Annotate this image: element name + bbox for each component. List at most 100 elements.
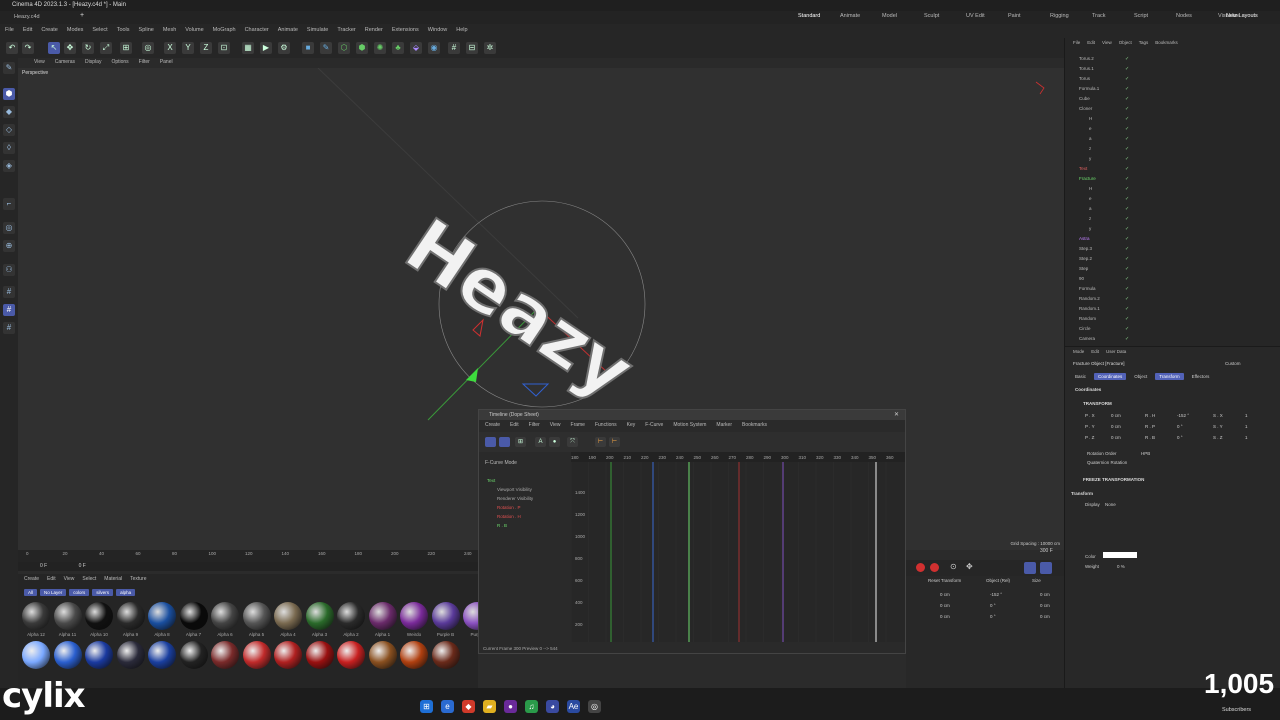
material-menu-create[interactable]: Create — [24, 576, 39, 582]
om-menu-bookmarks[interactable]: Bookmarks — [1155, 40, 1178, 45]
cloner-icon[interactable]: ⬢ — [356, 42, 368, 54]
material-swatch[interactable] — [274, 641, 302, 669]
visibility-check-icon[interactable]: ✓ — [1125, 236, 1129, 242]
visibility-check-icon[interactable]: ✓ — [1125, 216, 1129, 222]
timeline-menu-frame[interactable]: Frame — [571, 422, 585, 428]
material-filter-all[interactable]: All — [24, 589, 38, 596]
visibility-check-icon[interactable]: ✓ — [1125, 226, 1129, 232]
key2-icon[interactable]: ⊢ — [609, 437, 620, 447]
coordinate-field[interactable]: 0 cm — [1040, 614, 1050, 619]
deformer-icon[interactable]: ✺ — [374, 42, 386, 54]
timeline-menu-bookmarks[interactable]: Bookmarks — [742, 422, 767, 428]
material-swatch[interactable] — [337, 641, 365, 669]
tab-transform[interactable]: Transform — [1155, 373, 1184, 380]
material-swatch[interactable] — [337, 602, 365, 630]
material-swatch[interactable] — [85, 641, 113, 669]
visibility-check-icon[interactable]: ✓ — [1125, 326, 1129, 332]
preset-select[interactable]: Custom — [1225, 361, 1241, 366]
settings-icon[interactable]: ✲ — [484, 42, 496, 54]
menu-extensions[interactable]: Extensions — [392, 27, 419, 38]
dopesheet-mode-icon[interactable] — [1040, 562, 1052, 574]
keyframe-icon[interactable]: ⊙ — [950, 562, 957, 571]
object-item[interactable]: a — [1089, 206, 1092, 211]
material-swatch[interactable] — [242, 641, 271, 669]
model-mode-icon[interactable]: ✎ — [3, 62, 15, 74]
object-item[interactable]: Random — [1079, 316, 1096, 321]
current-frame[interactable]: 0 F — [40, 563, 47, 569]
material-filter-silvers[interactable]: silvers — [92, 589, 114, 596]
material-swatch[interactable] — [431, 641, 460, 669]
viewport-menu-filter[interactable]: Filter — [139, 59, 150, 68]
snap-mode-icon[interactable]: ◎ — [3, 222, 15, 234]
om-menu-tags[interactable]: Tags — [1139, 40, 1149, 45]
object-item[interactable]: Formula.1 — [1079, 86, 1099, 91]
object-item[interactable]: Step.3 — [1079, 246, 1092, 251]
object-item[interactable]: Torus — [1079, 76, 1090, 81]
edges-mode-icon[interactable]: ◊ — [3, 142, 15, 154]
subdivision-icon[interactable]: ⬡ — [338, 42, 350, 54]
attr-menu-user-data[interactable]: User Data — [1106, 349, 1126, 354]
layout-standard[interactable]: Standard — [798, 13, 840, 19]
edge-icon[interactable]: e — [441, 700, 454, 713]
visibility-check-icon[interactable]: ✓ — [1125, 196, 1129, 202]
visibility-check-icon[interactable]: ✓ — [1125, 306, 1129, 312]
freeze-section[interactable]: FREEZE TRANSFORMATION — [1083, 477, 1144, 482]
polygons-mode-icon[interactable]: ◈ — [3, 160, 15, 172]
visibility-check-icon[interactable]: ✓ — [1125, 146, 1129, 152]
visibility-check-icon[interactable]: ✓ — [1125, 116, 1129, 122]
spotify-icon[interactable]: ♫ — [525, 700, 538, 713]
y-axis-icon[interactable]: Y — [182, 42, 194, 54]
object-item[interactable]: Camera — [1079, 336, 1095, 341]
camera-icon[interactable]: ◉ — [428, 42, 440, 54]
rot-p-value[interactable]: 0 ° — [1177, 424, 1183, 429]
menu-help[interactable]: Help — [456, 27, 467, 38]
pos-x-value[interactable]: 0 cm — [1111, 413, 1121, 418]
menu-select[interactable]: Select — [92, 27, 107, 38]
rotation-order-select[interactable]: HPB — [1141, 451, 1150, 456]
object-item[interactable]: y — [1089, 226, 1091, 231]
coordinate-field[interactable]: 0 cm — [940, 592, 950, 597]
timeline-track[interactable]: Text — [487, 478, 495, 483]
timeline-menu-f-curve[interactable]: F-Curve — [645, 422, 663, 428]
render-settings-icon[interactable]: ⚙ — [278, 42, 290, 54]
visibility-check-icon[interactable]: ✓ — [1125, 246, 1129, 252]
material-swatch[interactable] — [148, 641, 176, 669]
material-swatch[interactable] — [368, 641, 397, 669]
z-axis-icon[interactable]: Z — [200, 42, 212, 54]
coord-mode-select[interactable]: Object (Rel) — [986, 578, 1010, 583]
material-menu-material[interactable]: Material — [104, 576, 122, 582]
menu-tools[interactable]: Tools — [117, 27, 130, 38]
workplane-mode-icon[interactable]: ⚇ — [3, 264, 15, 276]
material-menu-view[interactable]: View — [64, 576, 75, 582]
timeline-menu-key[interactable]: Key — [627, 422, 636, 428]
planar-icon[interactable]: # — [3, 304, 15, 316]
object-item[interactable]: e — [1089, 196, 1092, 201]
visibility-check-icon[interactable]: ✓ — [1125, 156, 1129, 162]
size-select[interactable]: Size — [1032, 578, 1041, 583]
timeline-track[interactable]: Rotation . H — [497, 514, 521, 519]
material-swatch[interactable] — [22, 602, 50, 630]
visibility-check-icon[interactable]: ✓ — [1125, 266, 1129, 272]
menu-mograph[interactable]: MoGraph — [213, 27, 236, 38]
new-layouts-button[interactable]: New Layouts — [1226, 13, 1258, 19]
timeline-menu-view[interactable]: View — [550, 422, 561, 428]
dope-sheet-icon[interactable] — [485, 437, 496, 447]
material-swatch[interactable] — [211, 602, 239, 630]
viewport-menu-display[interactable]: Display — [85, 59, 101, 68]
visibility-check-icon[interactable]: ✓ — [1125, 176, 1129, 182]
autokey-icon[interactable] — [930, 563, 939, 572]
material-swatch[interactable] — [274, 602, 302, 630]
render-icon[interactable]: ▶ — [260, 42, 272, 54]
timeline-menu-filter[interactable]: Filter — [529, 422, 540, 428]
object-item[interactable]: 90 — [1079, 276, 1084, 281]
display-select[interactable]: None — [1105, 502, 1116, 507]
menu-character[interactable]: Character — [245, 27, 269, 38]
tab-effectors[interactable]: Effectors — [1188, 373, 1214, 380]
timeline-menu-functions[interactable]: Functions — [595, 422, 617, 428]
coordinate-field[interactable]: 0 ° — [990, 603, 996, 608]
menu-tracker[interactable]: Tracker — [337, 27, 355, 38]
discord-icon[interactable]: ◕ — [546, 700, 559, 713]
visibility-check-icon[interactable]: ✓ — [1125, 276, 1129, 282]
visibility-check-icon[interactable]: ✓ — [1125, 86, 1129, 92]
close-icon[interactable]: ✕ — [894, 411, 899, 418]
